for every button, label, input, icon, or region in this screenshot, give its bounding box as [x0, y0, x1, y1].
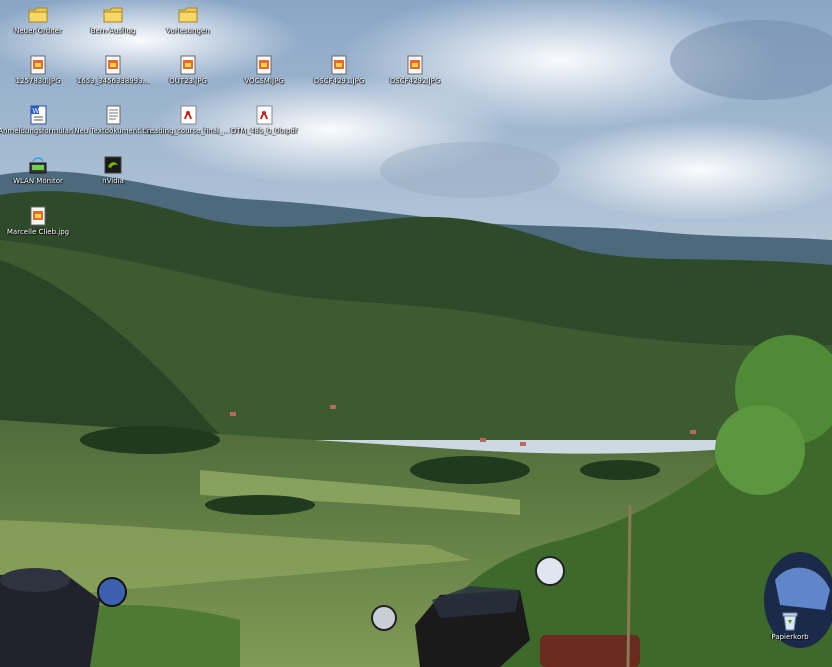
network-app-icon — [29, 157, 47, 174]
icon-label: reading_course_final_... — [146, 127, 230, 135]
desktop-icon-jpg-out23[interactable]: OUT23.JPG — [150, 54, 226, 102]
desktop-icon-recycle-bin[interactable]: Papierkorb — [752, 610, 828, 658]
recycle-bin-icon — [782, 612, 798, 631]
jpg-file-icon — [30, 55, 46, 75]
desktop-icon-dtm-pdf[interactable]: DTM_485_0_00.pdf — [226, 104, 302, 152]
icon-label: DSCF4291.JPG — [313, 77, 365, 85]
jpg-file-icon — [407, 55, 423, 75]
jpg-file-icon — [30, 206, 46, 226]
jpg-file-icon — [105, 55, 121, 75]
desktop-icon-reading-course-pdf[interactable]: reading_course_final_... — [147, 104, 229, 152]
jpg-file-icon — [256, 55, 272, 75]
desktop-icon-vorlesungen[interactable]: Vorlesungen — [150, 4, 226, 52]
svg-text:W: W — [33, 108, 40, 115]
folder-icon — [28, 7, 48, 23]
desktop-icon-jpg-dscf4292[interactable]: DSCF4292.JPG — [377, 54, 453, 102]
desktop-icon-textdokument[interactable]: Neu Textdokument.txt — [74, 104, 152, 152]
pdf-document-icon — [256, 105, 273, 125]
desktop-icon-jpg-dscf4291[interactable]: DSCF4291.JPG — [301, 54, 377, 102]
icon-label: DTM_485_0_00.pdf — [230, 127, 298, 135]
desktop-icon-marcelle-jpg[interactable]: Marcelle Clieb.jpg — [0, 205, 76, 253]
icon-label: DSCF4292.JPG — [389, 77, 441, 85]
desktop-icon-jpg-1653[interactable]: 1653_3456338993... — [75, 54, 151, 102]
icon-label: Papierkorb — [771, 633, 809, 641]
desktop-icon-wlan-monitor[interactable]: WLAN Monitor — [0, 154, 76, 202]
jpg-file-icon — [331, 55, 347, 75]
desktop-icon-jpg-1257830[interactable]: 1257830.JPG — [0, 54, 76, 102]
jpg-file-icon — [180, 55, 196, 75]
folder-icon — [178, 7, 198, 23]
desktop-icon-anmeldungsformular[interactable]: W Anmeldungsformular... — [0, 104, 78, 152]
pdf-document-icon — [180, 105, 197, 125]
nvidia-app-icon — [104, 156, 122, 174]
desktop-icon-jpg-vocsm[interactable]: VOCSM.JPG — [226, 54, 302, 102]
desktop-icon-nvidia[interactable]: nVidia — [75, 154, 151, 202]
icon-label: nVidia — [102, 177, 124, 185]
icon-label: OUT23.JPG — [169, 77, 207, 85]
icon-label: Vorlesungen — [166, 27, 210, 35]
folder-icon — [103, 7, 123, 23]
text-document-icon — [106, 105, 121, 125]
desktop-icon-neuer-ordner[interactable]: Neuer Ordner — [0, 4, 76, 52]
desktop-icon-bern-ausflug[interactable]: Bern Ausflug — [75, 4, 151, 52]
desktop[interactable]: Neuer Ordner Bern Ausflug Vorlesungen 12… — [0, 0, 832, 667]
icon-label: Marcelle Clieb.jpg — [6, 228, 70, 236]
word-document-icon: W — [30, 105, 47, 125]
